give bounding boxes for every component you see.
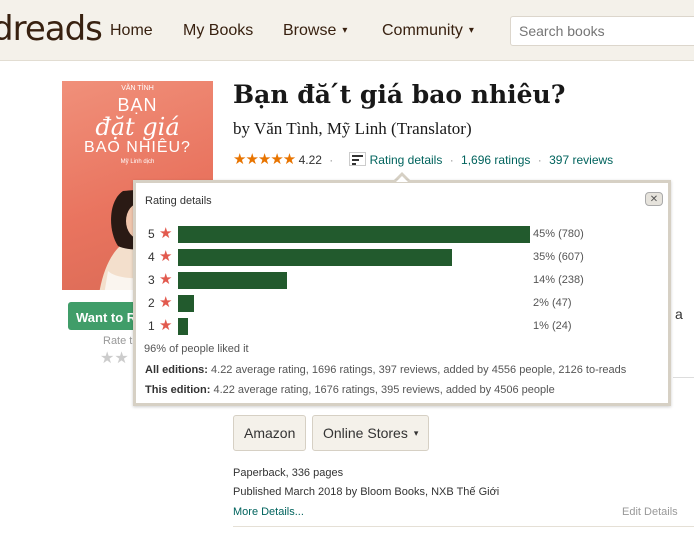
rating-percentage: 14% (238) [533,274,584,286]
edit-details-link[interactable]: Edit Details [622,506,678,518]
rating-details-icon[interactable] [348,152,366,166]
average-rating-stars: ★★★★★ [233,151,296,168]
rating-percentage: 2% (47) [533,297,572,309]
rating-bar [178,272,287,289]
online-stores-button[interactable]: Online Stores ▾ [312,415,430,451]
star-icon: ★ [159,225,173,242]
nav-browse-label: Browse [283,22,337,39]
rating-row-label: 1 [148,319,155,333]
top-navigation-bar: dreads Home My Books Browse ▾ Community ▾ [0,0,694,61]
rating-details-link[interactable]: Rating details [370,153,443,167]
rating-row-label: 5 [148,227,155,241]
reviews-count-link[interactable]: 397 reviews [549,153,613,167]
rating-bar [178,295,194,312]
ratings-count-link[interactable]: 1,696 ratings [461,153,530,167]
rating-percentage: 1% (24) [533,320,572,332]
rate-this-label: Rate t [103,335,133,347]
goodreads-logo[interactable]: dreads [0,9,103,49]
publication-info: Published March 2018 by Bloom Books, NXB… [233,486,500,498]
liked-percentage: 96% of people liked it [144,343,249,355]
separator-dot: · [537,153,542,167]
cover-title-line-2: đặt giá [95,113,180,141]
partial-text-fragment: a [675,306,683,322]
star-icon: ★ [159,271,173,288]
cover-title-line-3: BAO NHIÊU? [84,139,191,156]
this-edition-label: This edition: [145,384,211,396]
chevron-down-icon: ▾ [342,25,348,36]
average-rating-value: 4.22 [298,153,322,167]
star-icon: ★ [159,317,173,334]
all-editions-stats: All editions: 4.22 average rating, 1696 … [145,364,626,376]
online-stores-label: Online Stores [323,425,408,441]
book-authors: by Văn Tình, Mỹ Linh (Translator) [233,119,472,138]
rating-row-label: 4 [148,250,155,264]
rating-row-label: 3 [148,273,155,287]
rating-summary: ★★★★★ 4.22 · Rating details · 1,696 rati… [233,150,613,168]
popup-pointer-inner [396,176,408,182]
separator-dot: · [329,153,334,167]
rate-this-stars[interactable]: ★★ [100,348,129,368]
search-input[interactable] [510,16,694,46]
all-editions-label: All editions: [145,364,208,376]
nav-community-label: Community [382,22,463,39]
cover-translator-text: Mỹ Linh dịch [120,159,155,165]
this-edition-stats: This edition: 4.22 average rating, 1676 … [145,384,555,396]
all-editions-text: 4.22 average rating, 1696 ratings, 397 r… [211,364,627,376]
nav-my-books[interactable]: My Books [183,22,253,40]
close-icon[interactable]: ✕ [645,192,663,206]
want-to-read-button[interactable]: Want to R [68,302,138,330]
this-edition-text: 4.22 average rating, 1676 ratings, 395 r… [213,384,555,396]
star-icon: ★ [159,294,173,311]
rating-details-popup: Rating details ✕ 5 ★ 45% (780) 4 ★ 35% (607) 3… [133,180,671,406]
chevron-down-icon: ▾ [413,428,419,438]
star-icon: ★ [159,248,173,265]
divider [233,526,694,527]
separator-dot: · [449,153,454,167]
nav-browse[interactable]: Browse ▾ [283,22,347,40]
rating-row-label: 2 [148,296,155,310]
rating-percentage: 35% (607) [533,251,584,263]
divider [673,377,694,378]
nav-home[interactable]: Home [110,22,153,40]
cover-author-text: VĂN TÌNH [121,85,154,92]
chevron-down-icon: ▾ [468,25,474,36]
popup-title: Rating details [145,195,212,207]
more-details-link[interactable]: More Details... [233,506,304,518]
amazon-button[interactable]: Amazon [233,415,307,451]
rating-bar [178,249,452,266]
nav-community[interactable]: Community ▾ [382,22,474,40]
rating-percentage: 45% (780) [533,228,584,240]
rating-bar [178,318,188,335]
rating-bar [178,226,530,243]
book-title: Bạn đă ́t giá bao nhiêu? [233,80,566,109]
book-format: Paperback, 336 pages [233,467,344,479]
